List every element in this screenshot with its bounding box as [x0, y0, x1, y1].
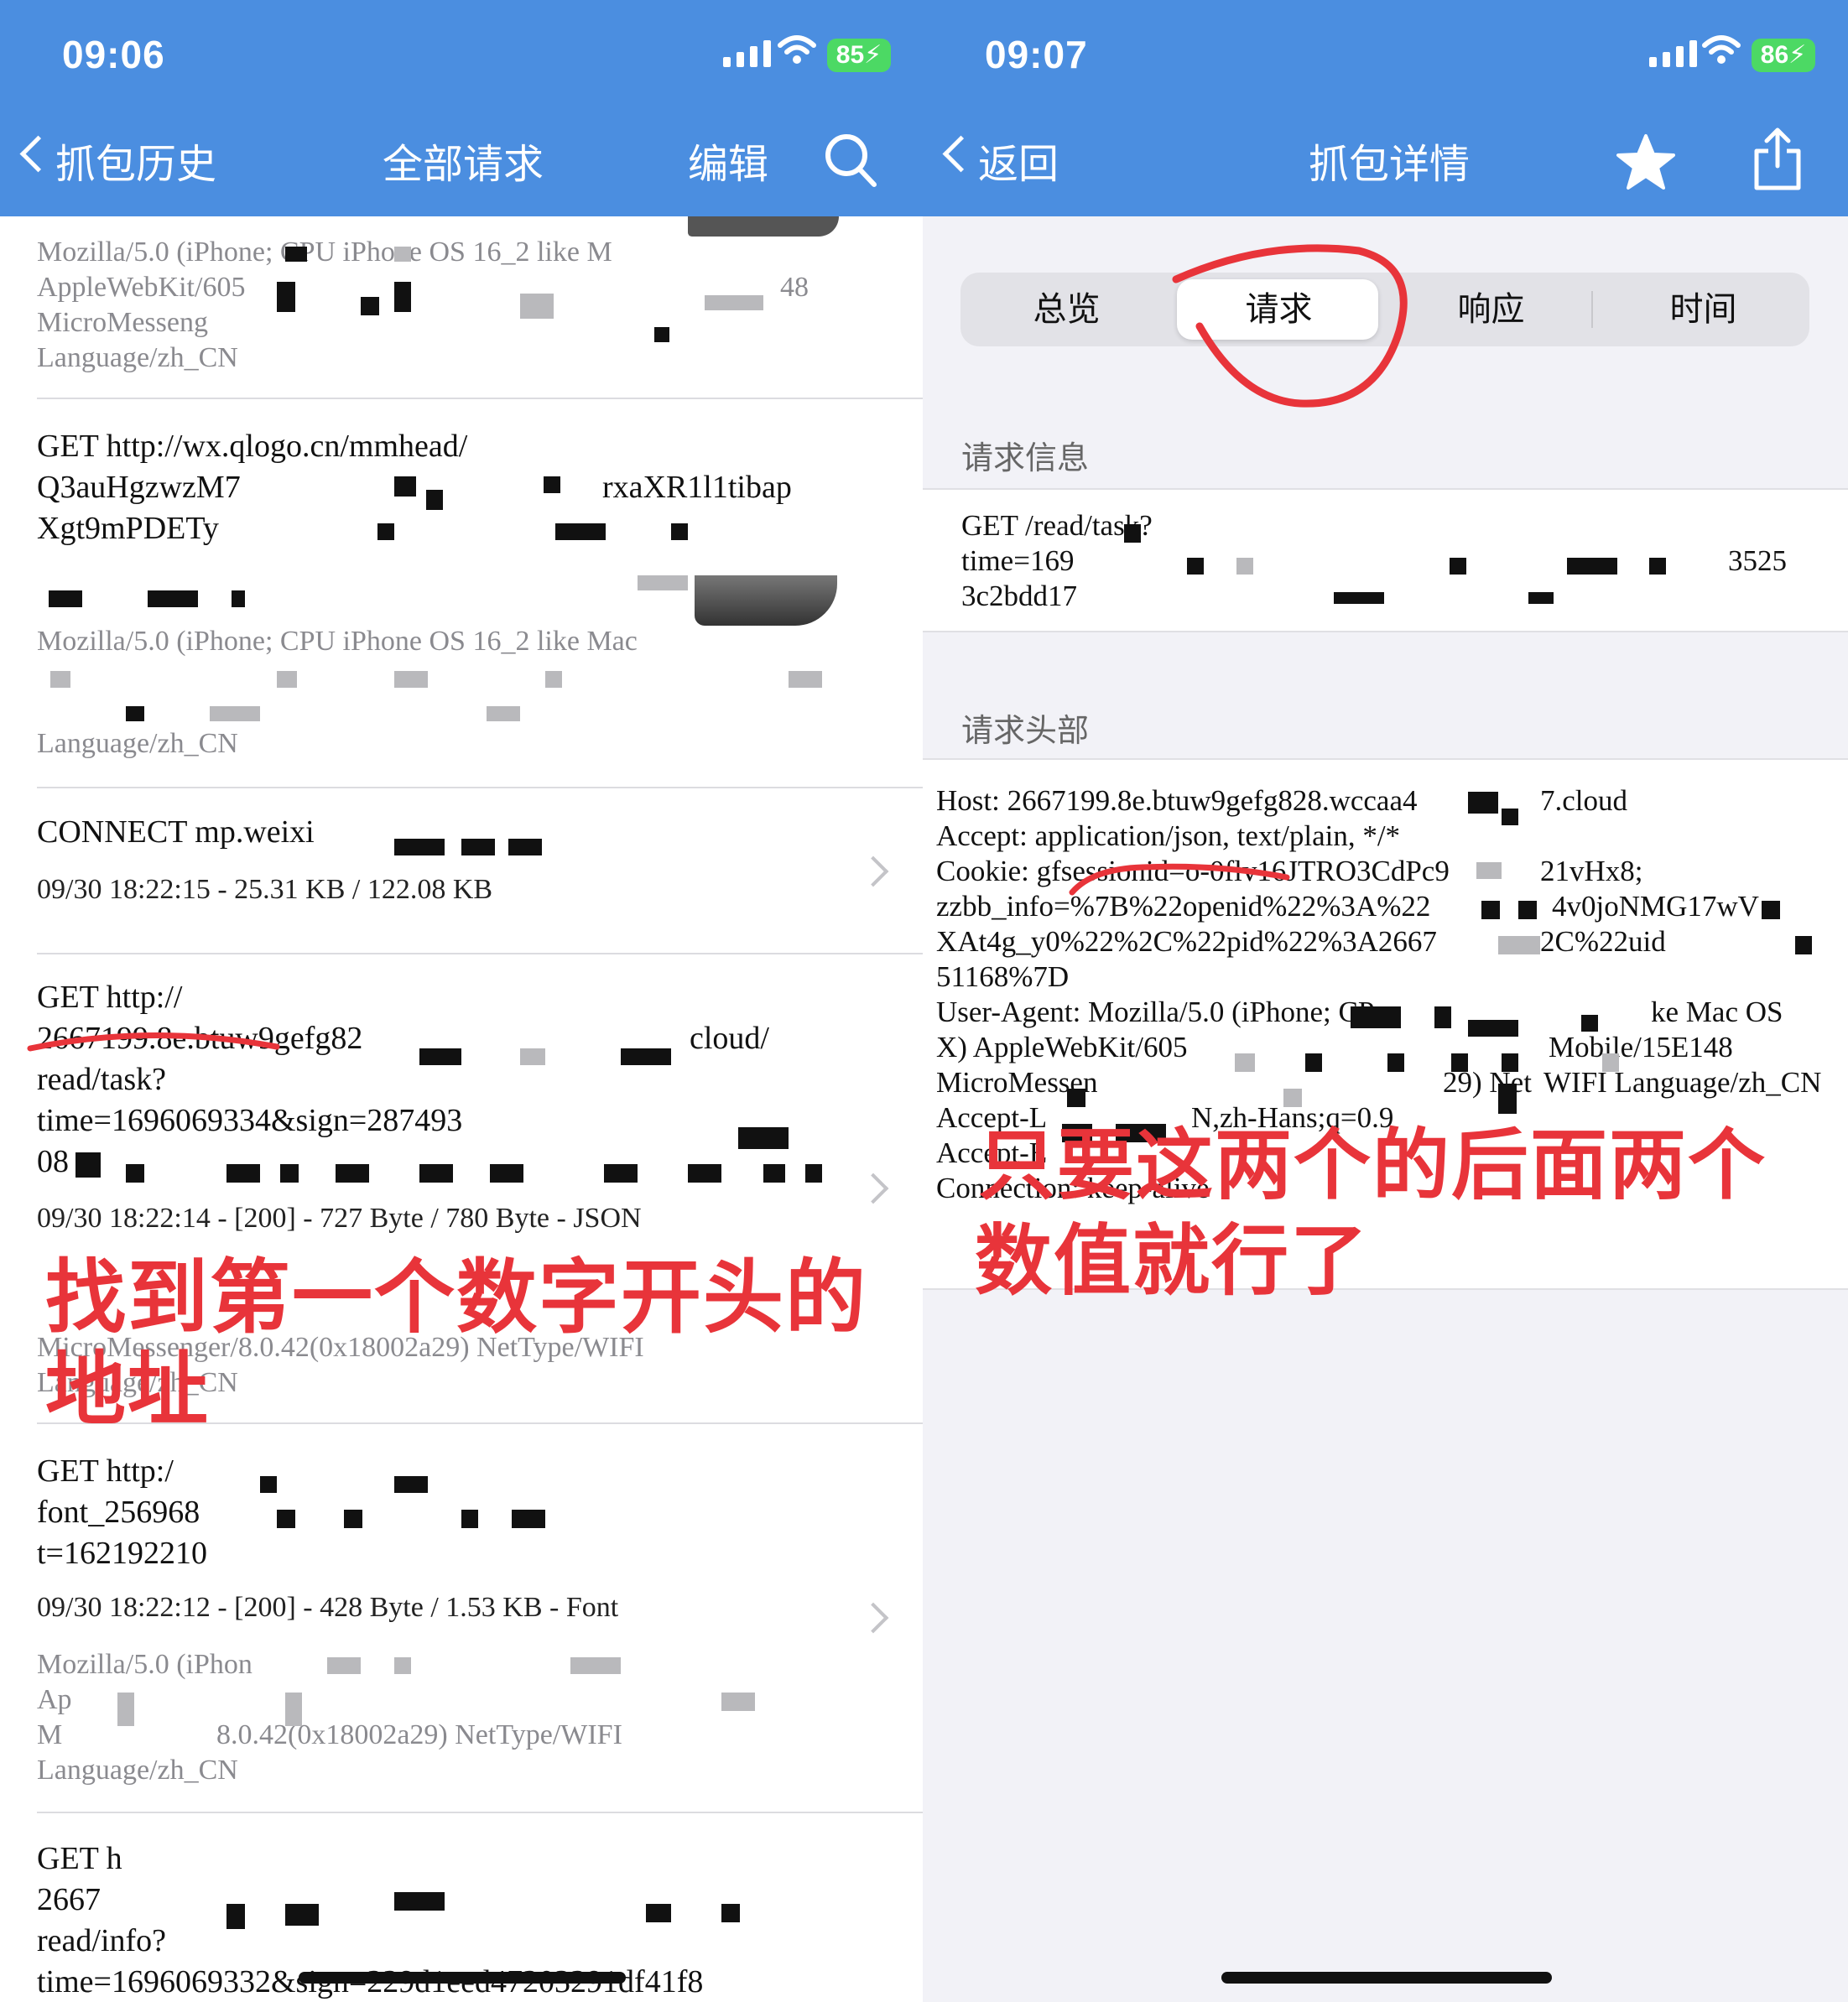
chevron-right-icon	[857, 855, 889, 887]
header-fragment: 21vHx8;	[1540, 855, 1643, 887]
header-line: Accept: application/json, text/plain, */…	[936, 819, 1401, 852]
underline-annotation	[27, 1032, 280, 1052]
user-agent-line: Language/zh_CN	[37, 1755, 238, 1786]
annotation-text: 地址	[45, 1345, 210, 1435]
request-line: 2667	[37, 1882, 101, 1917]
left-nav-bar: 09:06 85⚡ 抓包历史 全部请求 编辑	[0, 0, 923, 216]
request-line: font_256968	[37, 1495, 200, 1530]
header-fragment: Mobile/15E148	[1549, 1031, 1733, 1063]
wifi-icon	[1702, 35, 1741, 64]
back-button[interactable]: 抓包历史	[55, 131, 216, 190]
header-line: Host: 2667199.8e.btuw9gefg828.wccaa4	[936, 784, 1418, 817]
request-line: time=1696069334&sign=287493	[37, 1103, 463, 1138]
header-fragment: 2C%22uid	[1540, 925, 1666, 958]
thumbnail-image	[695, 575, 837, 626]
battery-icon: 86⚡	[1752, 39, 1815, 72]
header-line: X) AppleWebKit/605	[936, 1031, 1188, 1063]
home-indicator[interactable]	[299, 1972, 626, 1984]
row-separator	[37, 1812, 923, 1813]
user-agent-line: MicroMesseng	[37, 307, 208, 338]
user-agent-fragment: 8.0.42(0x18002a29) NetType/WIFI	[216, 1719, 622, 1750]
request-meta: 09/30 18:22:15 - 25.31 KB / 122.08 KB	[37, 874, 493, 905]
thumbnail-image	[688, 216, 839, 237]
user-agent-line: Mozilla/5.0 (iPhone; CPU iPhone OS 16_2 …	[37, 626, 638, 657]
chevron-right-icon	[857, 1602, 889, 1634]
request-info-fragment: 3525	[1728, 544, 1787, 577]
request-meta: 09/30 18:22:14 - [200] - 727 Byte / 780 …	[37, 1203, 642, 1234]
user-agent-fragment: 48	[780, 272, 809, 303]
request-line: t=162192210	[37, 1536, 207, 1571]
request-info-line: time=169	[961, 544, 1075, 577]
header-fragment: 7.cloud	[1540, 784, 1628, 817]
back-chevron-icon[interactable]	[942, 135, 980, 173]
request-meta: 09/30 18:22:12 - [200] - 428 Byte / 1.53…	[37, 1592, 619, 1623]
annotation-text: 找到第一个数字开头的	[45, 1253, 867, 1343]
request-line: CONNECT mp.weixi	[37, 814, 315, 850]
search-icon[interactable]	[824, 133, 877, 188]
section-label-request-headers: 请求头部	[961, 714, 1090, 749]
edit-button[interactable]: 编辑	[688, 131, 768, 190]
wifi-icon	[778, 35, 816, 64]
user-agent-line: M	[37, 1719, 63, 1750]
share-icon[interactable]	[1750, 126, 1805, 193]
tab-overview[interactable]: 总览	[960, 273, 1173, 346]
right-nav-bar: 09:07 86⚡ 返回 抓包详情	[923, 0, 1848, 216]
request-line: Q3auHgzwzM7	[37, 470, 241, 505]
battery-icon: 85⚡	[827, 39, 891, 72]
back-button[interactable]: 返回	[978, 131, 1059, 190]
header-fragment: WIFI Language/zh_CN	[1543, 1066, 1822, 1099]
request-line: Xgt9mPDETy	[37, 511, 219, 546]
page-title: 抓包详情	[1309, 143, 1471, 187]
cellular-signal-icon	[1649, 40, 1697, 67]
header-line: 51168%7D	[936, 960, 1070, 993]
row-separator	[37, 398, 923, 399]
request-line: GET http:/	[37, 1453, 174, 1489]
request-line: read/info?	[37, 1923, 167, 1958]
underline-annotation	[1069, 863, 1290, 896]
back-chevron-icon[interactable]	[19, 135, 57, 173]
tab-timing[interactable]: 时间	[1597, 273, 1809, 346]
user-agent-line: Language/zh_CN	[37, 728, 238, 759]
star-favorite-icon[interactable]	[1616, 133, 1676, 191]
request-line: 08	[37, 1144, 69, 1179]
user-agent-line: Mozilla/5.0 (iPhon	[37, 1649, 252, 1680]
request-fragment: rxaXR1l1tibap	[602, 470, 792, 505]
header-line: XAt4g_y0%22%2C%22pid%22%3A2667	[936, 925, 1437, 958]
header-fragment: ke Mac OS	[1651, 996, 1783, 1028]
user-agent-line: AppleWebKit/605	[37, 272, 246, 303]
status-time: 09:07	[985, 33, 1088, 76]
request-fragment: cloud/	[690, 1021, 769, 1056]
user-agent-line: Mozilla/5.0 (iPhone; CPU iPhone OS 16_2 …	[37, 237, 612, 268]
home-indicator[interactable]	[1221, 1972, 1552, 1984]
user-agent-line: Language/zh_CN	[37, 342, 238, 373]
request-line: GET http://wx.qlogo.cn/mmhead/	[37, 429, 468, 464]
chevron-right-icon	[857, 1173, 889, 1204]
row-separator	[37, 787, 923, 788]
circle-annotation	[1172, 244, 1408, 408]
request-info-line: 3c2bdd17	[961, 580, 1078, 612]
header-line: User-Agent: Mozilla/5.0 (iPhone; CP	[936, 996, 1375, 1028]
annotation-text: 数值就行了	[975, 1219, 1370, 1304]
status-time: 09:06	[62, 33, 165, 76]
request-line: GET http://	[37, 980, 183, 1015]
annotation-text: 只要这两个的后面两个	[978, 1123, 1767, 1209]
right-screen: 09:07 86⚡ 返回 抓包详情 总览 请求 响应 时间 请求信息 GET /…	[923, 0, 1848, 2002]
page-title: 全部请求	[383, 143, 544, 187]
request-info-card: GET /read/task? time=169 3525 3c2bdd17	[923, 488, 1848, 632]
cellular-signal-icon	[723, 40, 771, 67]
header-fragment: 4v0joNMG17wV	[1552, 890, 1759, 923]
row-separator	[37, 953, 923, 954]
user-agent-line: Ap	[37, 1684, 72, 1715]
request-line: GET h	[37, 1841, 122, 1876]
left-screen: 09:06 85⚡ 抓包历史 全部请求 编辑 Mozilla/5.0 (iPho…	[0, 0, 923, 2002]
section-label-request-info: 请求信息	[961, 441, 1090, 476]
